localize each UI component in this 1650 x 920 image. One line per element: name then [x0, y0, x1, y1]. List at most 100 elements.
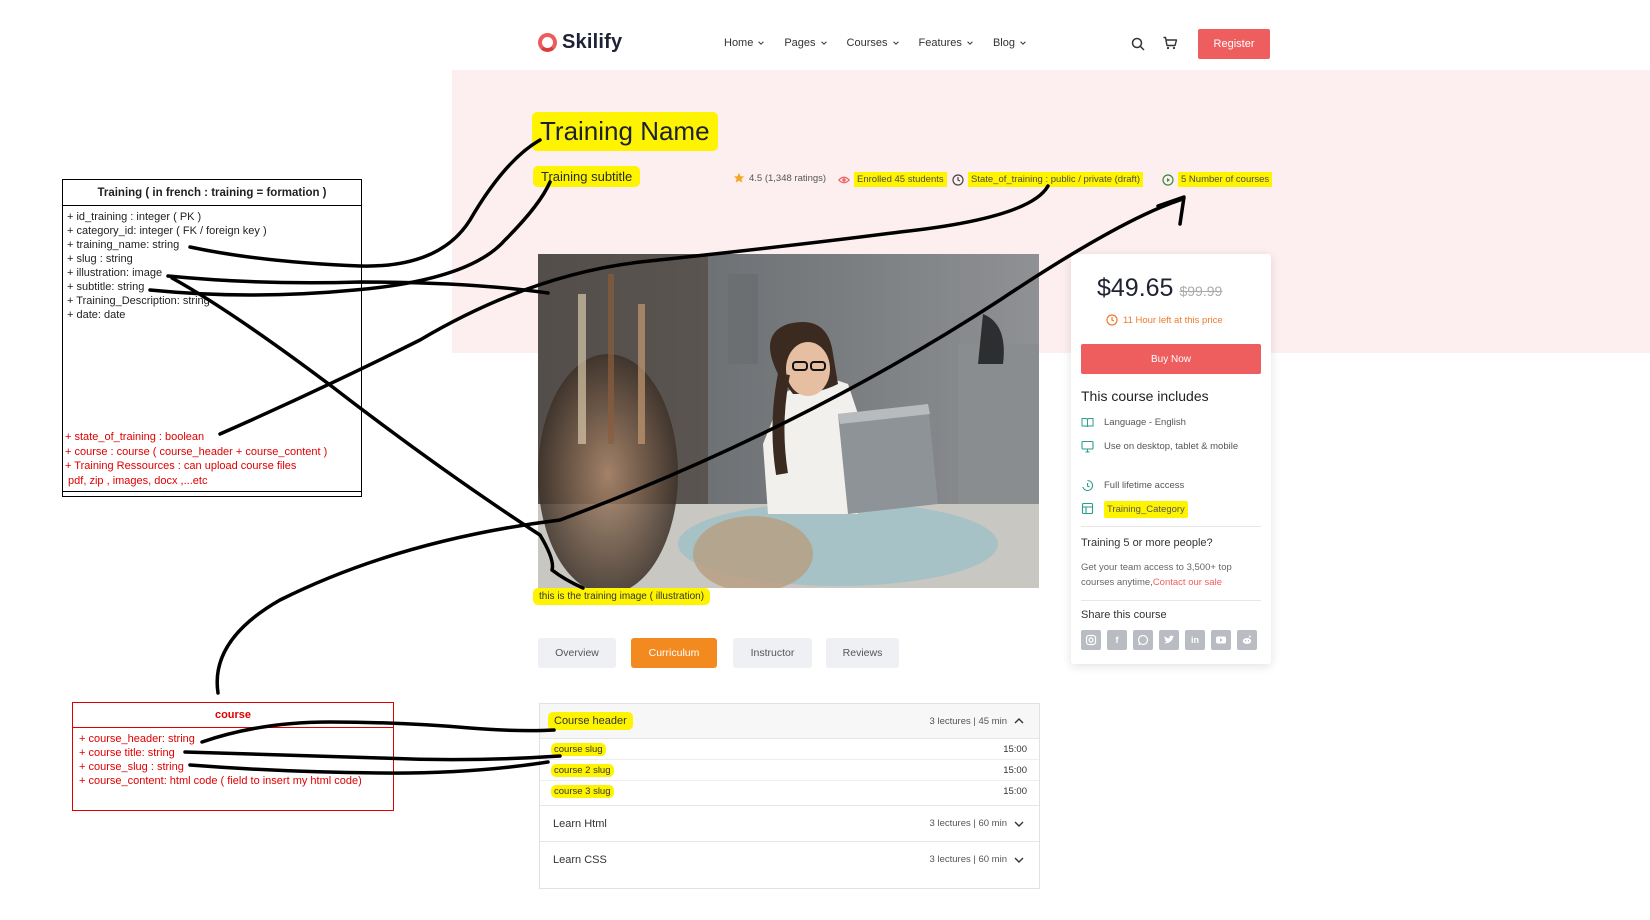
star-icon	[733, 172, 745, 183]
tab-overview[interactable]: Overview	[538, 638, 616, 668]
buy-now-button[interactable]: Buy Now	[1081, 344, 1261, 374]
uml-attribute: + course_header: string	[79, 733, 195, 745]
curriculum-accordion: Course header 3 lectures | 45 min course…	[539, 703, 1040, 889]
uml-attribute: pdf, zip , images, docx ,...etc	[65, 474, 208, 487]
whatsapp-icon[interactable]	[1133, 630, 1153, 650]
uml-attribute: + category_id: integer ( FK / foreign ke…	[67, 225, 267, 237]
team-description: Get your team access to 3,500+ top cours…	[1081, 560, 1265, 590]
facebook-icon[interactable]: f	[1107, 630, 1127, 650]
play-circle-icon	[1162, 173, 1174, 186]
chevron-down-icon[interactable]	[1013, 818, 1025, 830]
nav-blog-label: Blog	[992, 37, 1015, 49]
training-photo-illustration	[538, 254, 1039, 588]
lecture-row[interactable]: course slug 15:00	[540, 739, 1039, 760]
price: $49.65 $99.99	[1097, 274, 1222, 303]
nav-courses-label: Courses	[846, 37, 888, 49]
include-item: Use on desktop, tablet & mobile	[1081, 439, 1261, 454]
uml-training-class: Training ( in french : training = format…	[62, 179, 362, 497]
lecture-name: course 2 slug	[551, 763, 614, 777]
lecture-name: course slug	[551, 742, 606, 756]
clock-icon	[952, 173, 964, 186]
share-icons: f in	[1081, 630, 1257, 650]
register-button[interactable]: Register	[1198, 29, 1270, 59]
courses-count-meta: 5 Number of courses	[1162, 172, 1273, 187]
section-meta: 3 lectures | 60 min	[930, 818, 1025, 830]
state-meta: State_of_training : public / private (dr…	[952, 172, 1143, 187]
include-text: Full lifetime access	[1104, 480, 1185, 491]
timer-text: 11 Hour left at this price	[1123, 314, 1223, 326]
book-icon	[1081, 418, 1094, 428]
divider	[1081, 526, 1261, 527]
section-title: Course header	[548, 712, 633, 730]
instagram-icon[interactable]	[1081, 630, 1101, 650]
image-caption: this is the training image ( illustratio…	[533, 588, 711, 605]
nav-features-label: Features	[918, 37, 962, 49]
lecture-row[interactable]: course 2 slug 15:00	[540, 760, 1039, 781]
main-nav: Home Pages Courses Features Blog	[724, 37, 1027, 49]
uml-attribute: + date: date	[67, 309, 126, 321]
tab-instructor[interactable]: Instructor	[733, 638, 812, 668]
training-subtitle: Training subtitle	[533, 166, 641, 187]
uml-attribute: + training_name: string	[67, 239, 180, 251]
training-image	[538, 254, 1039, 588]
section-learn-css[interactable]: Learn CSS 3 lectures | 60 min	[540, 841, 1039, 877]
state-text: State_of_training : public / private (dr…	[968, 172, 1143, 187]
price-timer: 11 Hour left at this price	[1106, 314, 1223, 326]
uml-attribute: + Training Ressources : can upload cours…	[65, 460, 297, 472]
rating-text: 4.5 (1,348 ratings)	[749, 172, 827, 184]
price-card: $49.65 $99.99 11 Hour left at this price…	[1071, 254, 1271, 664]
tab-curriculum[interactable]: Curriculum	[631, 638, 717, 668]
lifetime-icon	[1082, 479, 1094, 491]
enrolled-text: Enrolled 45 students	[854, 172, 947, 187]
uml-course-class: course + course_header: string + course …	[72, 702, 394, 811]
uml-attribute: + course title: string	[79, 747, 175, 759]
nav-blog[interactable]: Blog	[993, 37, 1027, 49]
section-header-open[interactable]: Course header 3 lectures | 45 min	[540, 704, 1039, 739]
uml-training-extra-attributes: + state_of_training : boolean + course :…	[63, 430, 361, 488]
section-title: Learn Html	[553, 817, 607, 830]
includes-title: This course includes	[1081, 388, 1209, 404]
lecture-row[interactable]: course 3 slug 15:00	[540, 781, 1039, 802]
chevron-up-icon[interactable]	[1013, 715, 1025, 727]
uml-attribute: + subtitle: string	[67, 281, 145, 293]
nav-features[interactable]: Features	[919, 37, 974, 49]
uml-attribute: + state_of_training : boolean	[65, 431, 205, 443]
logo[interactable]: Skilify	[538, 31, 622, 54]
logo-text: Skilify	[562, 31, 623, 53]
monitor-icon	[1081, 440, 1094, 453]
uml-training-title: Training ( in french : training = format…	[63, 180, 361, 206]
section-title: Learn CSS	[553, 853, 607, 866]
nav-courses[interactable]: Courses	[847, 37, 900, 49]
reddit-icon[interactable]	[1237, 630, 1257, 650]
include-item: Training_Category	[1081, 501, 1261, 518]
uml-attribute: + course_content: html code ( field to i…	[79, 775, 362, 787]
old-price: $99.99	[1179, 283, 1223, 299]
chevron-down-icon	[758, 41, 765, 45]
twitter-icon[interactable]	[1159, 630, 1179, 650]
chevron-down-icon	[967, 41, 973, 45]
section-meta-text: 3 lectures | 60 min	[929, 818, 1007, 829]
clock-icon	[1106, 314, 1118, 326]
nav-home[interactable]: Home	[724, 37, 765, 49]
chevron-down-icon	[892, 41, 899, 45]
linkedin-icon[interactable]: in	[1185, 630, 1205, 650]
nav-pages[interactable]: Pages	[784, 37, 827, 49]
uml-training-attributes: + id_training : integer ( PK ) + categor…	[63, 206, 361, 322]
include-text: Use on desktop, tablet & mobile	[1104, 441, 1239, 452]
divider	[1081, 600, 1261, 601]
training-title: Training Name	[532, 112, 718, 151]
section-learn-html[interactable]: Learn Html 3 lectures | 60 min	[540, 805, 1039, 841]
tab-reviews[interactable]: Reviews	[826, 638, 899, 668]
include-item: Full lifetime access	[1081, 478, 1261, 493]
cart-icon[interactable]	[1162, 35, 1178, 51]
uml-attribute: + course : course ( course_header + cour…	[65, 445, 328, 458]
youtube-icon[interactable]	[1211, 630, 1231, 650]
chevron-down-icon[interactable]	[1013, 854, 1025, 866]
include-item: Language - English	[1081, 415, 1261, 430]
contact-sale-link[interactable]: Contact our sale	[1153, 577, 1222, 588]
uml-attribute: + illustration: image	[67, 267, 163, 279]
search-icon[interactable]	[1130, 36, 1146, 52]
uml-course-title: course	[73, 703, 393, 728]
uml-attribute: + Training_Description: string	[67, 295, 210, 307]
courses-count-text: 5 Number of courses	[1178, 172, 1273, 187]
